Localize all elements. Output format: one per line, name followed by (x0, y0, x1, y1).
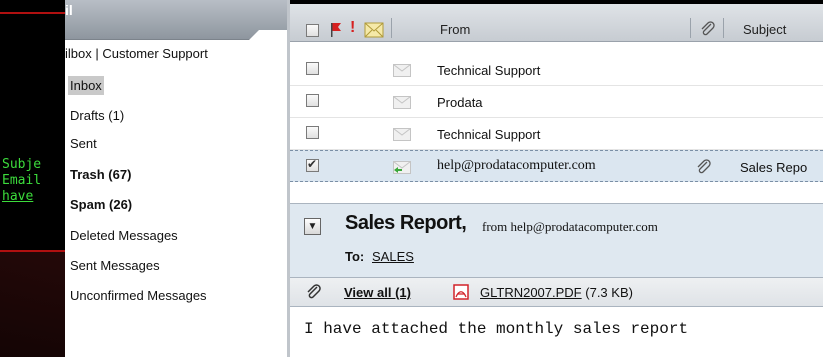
message-header: ▼ Sales Report, from help@prodatacompute… (290, 203, 823, 277)
folder-unconfirmed-messages[interactable]: Unconfirmed Messages (68, 286, 209, 305)
row-checkbox[interactable] (306, 62, 319, 75)
row-checkbox[interactable] (306, 94, 319, 107)
flag-icon[interactable] (330, 22, 342, 38)
column-from[interactable]: From (440, 22, 470, 37)
reading-pane: ▼ Sales Report, from help@prodatacompute… (290, 203, 823, 357)
message-from: from help@prodatacomputer.com (482, 219, 658, 234)
message-row[interactable]: Prodata (290, 86, 823, 118)
row-from: Prodata (437, 95, 483, 110)
column-separator[interactable] (723, 18, 724, 38)
terminal-line: Email (2, 173, 42, 188)
row-checkbox-checked[interactable] (306, 157, 319, 172)
terminal-line: Subje (2, 157, 42, 172)
pdf-file-icon[interactable] (453, 284, 469, 300)
column-separator[interactable] (690, 18, 691, 38)
envelope-icon[interactable] (364, 22, 384, 38)
priority-icon[interactable]: ! (350, 19, 355, 37)
sidebar-tab-notch (247, 30, 287, 42)
row-from: Technical Support (437, 63, 541, 78)
to-label: To: (345, 249, 365, 264)
collapse-header-button[interactable]: ▼ (304, 218, 321, 235)
row-from: help@prodatacomputer.com (437, 158, 596, 173)
column-subject[interactable]: Subject (743, 22, 786, 37)
paperclip-icon (307, 284, 321, 299)
envelope-read-icon (393, 64, 411, 77)
envelope-replied-icon (393, 161, 411, 174)
view-all-attachments-link[interactable]: View all (1) (344, 285, 411, 300)
select-all-checkbox[interactable] (306, 24, 319, 37)
folder-drafts[interactable]: Drafts (1) (68, 106, 126, 125)
attachment-size: (7.3 KB) (585, 285, 633, 300)
message-row-selected[interactable]: help@prodatacomputer.com Sales Repo (290, 150, 823, 182)
folder-inbox[interactable]: Inbox (68, 76, 104, 95)
folder-deleted-messages[interactable]: Deleted Messages (68, 226, 180, 245)
to-recipient-link[interactable]: SALES (372, 249, 414, 264)
message-row[interactable]: Technical Support (290, 54, 823, 86)
terminal-title-border (0, 12, 72, 14)
row-checkbox[interactable] (306, 126, 319, 139)
attachment-file-link[interactable]: GLTRN2007.PDF (480, 285, 582, 300)
message-row[interactable]: Technical Support (290, 118, 823, 150)
sidebar-header-title: il (65, 2, 73, 18)
folder-sent-messages[interactable]: Sent Messages (68, 256, 162, 275)
row-subject: Sales Repo (740, 160, 808, 175)
message-subject: Sales Report, (345, 212, 467, 234)
column-separator[interactable] (391, 18, 392, 38)
envelope-read-icon (393, 128, 411, 141)
message-body: I have attached the monthly sales report (304, 320, 689, 338)
paperclip-icon[interactable] (700, 21, 716, 37)
terminal-line: have (2, 189, 34, 204)
attachment-bar: View all (1) GLTRN2007.PDF (7.3 KB) (290, 277, 823, 307)
message-list-header: ! From Subject (290, 4, 823, 42)
attachment-name[interactable]: GLTRN2007.PDF (7.3 KB) (480, 285, 633, 300)
terminal-window: Subje Email have (0, 0, 72, 252)
folder-sidebar: il ilbox | Customer Support Inbox Drafts… (65, 0, 287, 357)
folder-spam[interactable]: Spam (26) (68, 195, 134, 214)
sidebar-header: il (65, 0, 287, 42)
account-label[interactable]: ilbox | Customer Support (65, 46, 208, 61)
paperclip-icon (697, 159, 711, 174)
envelope-read-icon (393, 96, 411, 109)
row-from: Technical Support (437, 127, 541, 142)
folder-sent[interactable]: Sent (68, 134, 99, 153)
folder-trash[interactable]: Trash (67) (68, 165, 133, 184)
